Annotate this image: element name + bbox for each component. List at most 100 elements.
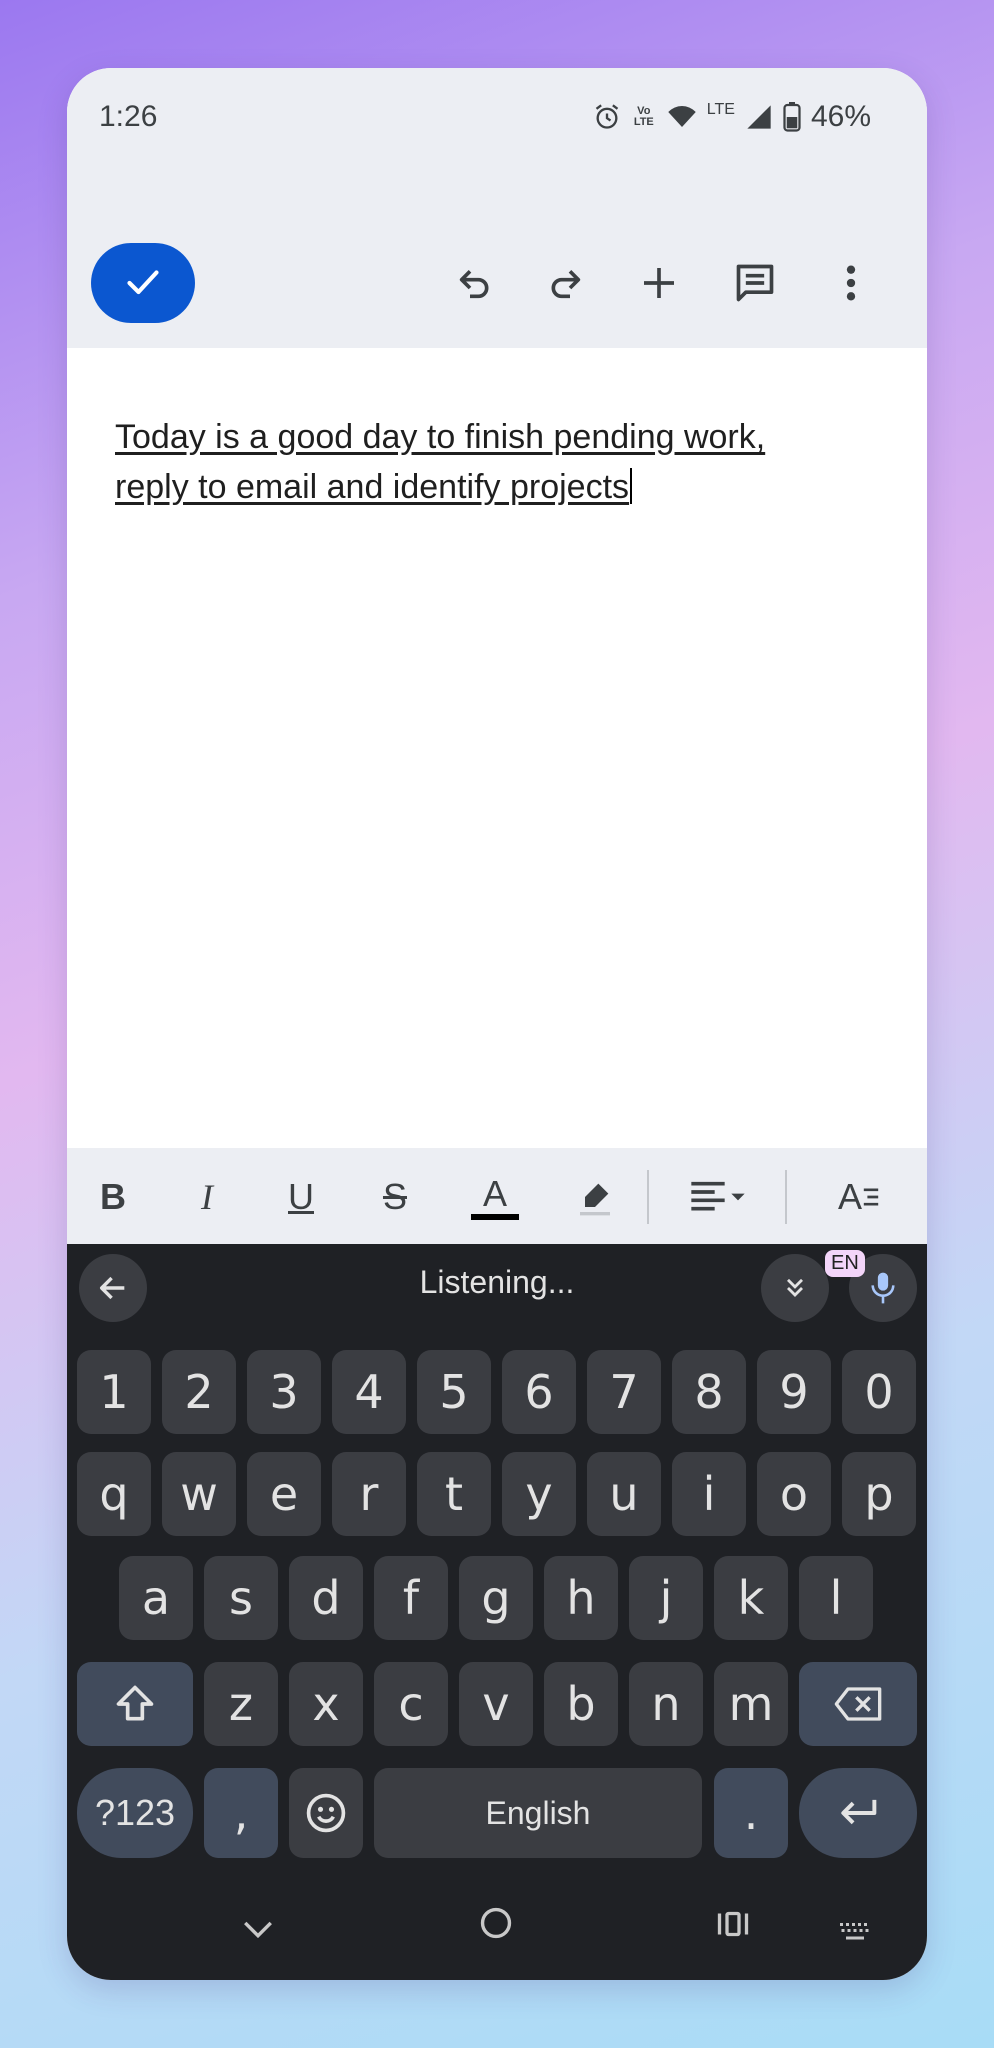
highlight-button[interactable] bbox=[569, 1170, 621, 1224]
key-y[interactable]: y bbox=[502, 1452, 576, 1536]
signal-icon bbox=[747, 105, 771, 129]
nav-keyboard-switch-button[interactable] bbox=[837, 1914, 873, 1953]
key-t[interactable]: t bbox=[417, 1452, 491, 1536]
document-line-1: Today is a good day to finish pending wo… bbox=[115, 418, 766, 456]
key-x[interactable]: x bbox=[289, 1662, 363, 1746]
key-g[interactable]: g bbox=[459, 1556, 533, 1640]
shift-key[interactable] bbox=[77, 1662, 193, 1746]
status-time: 1:26 bbox=[99, 100, 158, 133]
key-i[interactable]: i bbox=[672, 1452, 746, 1536]
recents-icon bbox=[717, 1911, 749, 1937]
comment-button[interactable] bbox=[731, 259, 779, 307]
key-z[interactable]: z bbox=[204, 1662, 278, 1746]
alarm-icon bbox=[595, 104, 618, 129]
insert-button[interactable] bbox=[635, 259, 683, 307]
nav-hide-keyboard-button[interactable] bbox=[241, 1912, 275, 1951]
text-lines-icon bbox=[863, 1188, 879, 1206]
more-vert-icon bbox=[846, 265, 856, 301]
nav-recents-button[interactable] bbox=[715, 1908, 751, 1949]
wifi-icon bbox=[668, 105, 696, 127]
key-5[interactable]: 5 bbox=[417, 1350, 491, 1434]
lte-label: LTE bbox=[706, 101, 735, 118]
text-style-label: A bbox=[837, 1176, 862, 1217]
key-2[interactable]: 2 bbox=[162, 1350, 236, 1434]
italic-button[interactable]: I bbox=[183, 1170, 231, 1224]
align-left-icon bbox=[691, 1181, 745, 1211]
key-e[interactable]: e bbox=[247, 1452, 321, 1536]
space-key[interactable]: English bbox=[374, 1768, 702, 1858]
key-m[interactable]: m bbox=[714, 1662, 788, 1746]
key-a[interactable]: a bbox=[119, 1556, 193, 1640]
comment-icon bbox=[736, 264, 774, 302]
key-j[interactable]: j bbox=[629, 1556, 703, 1640]
keyboard-icon bbox=[840, 1923, 869, 1940]
align-button[interactable] bbox=[683, 1170, 753, 1224]
text-style-button[interactable]: A bbox=[829, 1170, 889, 1224]
collapse-keyboard-button[interactable] bbox=[761, 1254, 829, 1322]
key-k[interactable]: k bbox=[714, 1556, 788, 1640]
redo-button[interactable] bbox=[541, 259, 589, 307]
strikethrough-button[interactable]: S bbox=[371, 1170, 419, 1224]
key-q[interactable]: q bbox=[77, 1452, 151, 1536]
battery-icon bbox=[783, 102, 801, 132]
key-h[interactable]: h bbox=[544, 1556, 618, 1640]
chevron-down-icon bbox=[244, 1921, 272, 1939]
plus-icon bbox=[644, 268, 674, 298]
text-color-swatch bbox=[471, 1214, 519, 1220]
microphone-icon bbox=[871, 1272, 895, 1304]
key-8[interactable]: 8 bbox=[672, 1350, 746, 1434]
symbols-key[interactable]: ?123 bbox=[77, 1768, 193, 1858]
key-u[interactable]: u bbox=[587, 1452, 661, 1536]
key-n[interactable]: n bbox=[629, 1662, 703, 1746]
nav-home-button[interactable] bbox=[479, 1906, 513, 1949]
battery-percent: 46% bbox=[810, 100, 871, 133]
key-9[interactable]: 9 bbox=[757, 1350, 831, 1434]
backspace-key[interactable] bbox=[799, 1662, 917, 1746]
key-r[interactable]: r bbox=[332, 1452, 406, 1536]
key-b[interactable]: b bbox=[544, 1662, 618, 1746]
key-0[interactable]: 0 bbox=[842, 1350, 916, 1434]
key-v[interactable]: v bbox=[459, 1662, 533, 1746]
key-o[interactable]: o bbox=[757, 1452, 831, 1536]
key-d[interactable]: d bbox=[289, 1556, 363, 1640]
check-icon bbox=[127, 270, 159, 295]
highlighter-icon bbox=[580, 1183, 610, 1216]
document-text[interactable]: Today is a good day to finish pending wo… bbox=[115, 412, 875, 512]
format-divider-2 bbox=[785, 1170, 787, 1224]
undo-button[interactable] bbox=[451, 259, 499, 307]
backspace-icon bbox=[834, 1687, 882, 1721]
format-toolbar: B I U S A A bbox=[67, 1148, 927, 1244]
key-1[interactable]: 1 bbox=[77, 1350, 151, 1434]
key-4[interactable]: 4 bbox=[332, 1350, 406, 1434]
key-3[interactable]: 3 bbox=[247, 1350, 321, 1434]
underline-button[interactable]: U bbox=[277, 1170, 325, 1224]
text-cursor bbox=[630, 468, 633, 504]
status-bar: 1:26 Vo LTE LTE 46% bbox=[67, 68, 927, 168]
shift-icon bbox=[116, 1685, 154, 1721]
editor-toolbar bbox=[67, 168, 927, 348]
navigation-bar bbox=[67, 1880, 927, 1980]
key-p[interactable]: p bbox=[842, 1452, 916, 1536]
key-7[interactable]: 7 bbox=[587, 1350, 661, 1434]
done-button[interactable] bbox=[91, 243, 195, 323]
key-s[interactable]: s bbox=[204, 1556, 278, 1640]
key-f[interactable]: f bbox=[374, 1556, 448, 1640]
emoji-key[interactable] bbox=[289, 1768, 363, 1858]
redo-icon bbox=[551, 270, 581, 299]
enter-key[interactable] bbox=[799, 1768, 917, 1858]
text-color-button[interactable]: A bbox=[469, 1170, 521, 1224]
text-color-label: A bbox=[482, 1173, 507, 1214]
enter-icon bbox=[841, 1799, 877, 1825]
key-l[interactable]: l bbox=[799, 1556, 873, 1640]
comma-key[interactable]: , bbox=[204, 1768, 278, 1858]
bold-button[interactable]: B bbox=[89, 1170, 137, 1224]
status-icons: Vo LTE LTE 46% bbox=[593, 100, 871, 134]
key-6[interactable]: 6 bbox=[502, 1350, 576, 1434]
more-options-button[interactable] bbox=[827, 259, 875, 307]
document-body[interactable]: Today is a good day to finish pending wo… bbox=[67, 348, 927, 1216]
keyboard-top-row: Listening... EN bbox=[67, 1244, 927, 1332]
period-key[interactable]: . bbox=[714, 1768, 788, 1858]
key-c[interactable]: c bbox=[374, 1662, 448, 1746]
keyboard: Listening... EN 1 2 3 4 5 6 7 8 9 0 q w … bbox=[67, 1244, 927, 1980]
key-w[interactable]: w bbox=[162, 1452, 236, 1536]
